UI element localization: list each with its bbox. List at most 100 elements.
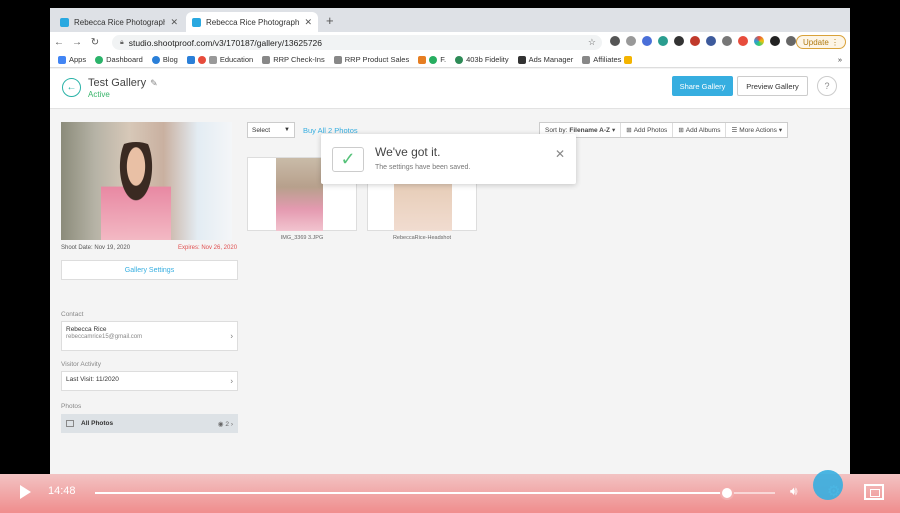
visitor-activity-label: Visitor Activity bbox=[61, 361, 101, 368]
extension-icon[interactable] bbox=[722, 36, 732, 46]
browser-tab-1[interactable]: Rebecca Rice Photography | Sh ✕ bbox=[54, 12, 184, 32]
gallery-settings-button[interactable]: Gallery Settings bbox=[61, 260, 238, 280]
video-time: 14:48 bbox=[48, 485, 76, 497]
bookmark-label: Affiliates bbox=[593, 55, 622, 64]
new-tab-button[interactable]: + bbox=[326, 13, 334, 28]
back-arrow-icon[interactable]: ← bbox=[62, 78, 81, 97]
photo-caption: RebeccaRice-Headshot bbox=[392, 235, 452, 241]
dashboard-icon bbox=[95, 55, 104, 64]
help-button[interactable]: ? bbox=[817, 76, 837, 96]
bookmark-403b-fidelity[interactable]: 403b Fidelity bbox=[455, 55, 509, 64]
bookmarks-bar: Apps Dashboard Blog Education RRP Check-… bbox=[50, 52, 850, 68]
extension-icon[interactable] bbox=[642, 36, 652, 46]
reload-icon[interactable]: ↻ bbox=[86, 37, 104, 48]
contact-label: Contact bbox=[61, 311, 84, 318]
share-gallery-button[interactable]: Share Gallery bbox=[672, 76, 733, 96]
bookmark-label: 403b Fidelity bbox=[466, 55, 509, 64]
scrubber-handle[interactable] bbox=[720, 486, 735, 500]
extension-icon[interactable] bbox=[658, 36, 668, 46]
extension-icon[interactable] bbox=[738, 36, 748, 46]
url-text: studio.shootproof.com/v3/170187/gallery/… bbox=[128, 37, 323, 48]
status-badge: Active bbox=[88, 90, 110, 99]
bookmark-label: Education bbox=[219, 55, 254, 64]
gallery-cover-photo[interactable] bbox=[61, 122, 232, 240]
gallery-header: ← Test Gallery ✎ Active Share Gallery Pre… bbox=[50, 69, 850, 109]
back-arrow-icon[interactable]: ← bbox=[50, 37, 68, 48]
fidelity-icon bbox=[455, 55, 464, 64]
extension-icon[interactable] bbox=[674, 36, 684, 46]
bookmark-label: F. bbox=[440, 55, 447, 64]
close-icon[interactable]: ✕ bbox=[304, 17, 312, 28]
video-scrubber[interactable] bbox=[95, 486, 775, 500]
close-icon[interactable]: ✕ bbox=[170, 17, 178, 28]
toast-message: The settings have been saved. bbox=[375, 164, 471, 171]
volume-icon[interactable]: 🔊︎ bbox=[790, 484, 798, 499]
eye-icon: ◉ bbox=[217, 420, 224, 428]
bookmark-rrp-product-sales[interactable]: RRP Product Sales bbox=[333, 55, 410, 64]
gallery-title: Test Gallery bbox=[88, 77, 147, 89]
video-frame: Rebecca Rice Photography | Sh ✕ Rebecca … bbox=[0, 0, 900, 513]
preview-gallery-button[interactable]: Preview Gallery bbox=[737, 76, 808, 96]
select-dropdown[interactable]: Select ▼ bbox=[247, 122, 295, 138]
extension-icon bbox=[418, 55, 427, 64]
photos-label: Photos bbox=[61, 403, 82, 410]
chevron-down-icon: ▼ bbox=[284, 127, 290, 133]
bookmark-star-icon[interactable]: ☆ bbox=[588, 37, 596, 48]
video-controls: 14:48 🔊︎ ⚙ bbox=[0, 474, 900, 513]
forward-arrow-icon[interactable]: → bbox=[68, 37, 86, 48]
update-button[interactable]: Update ⋮ bbox=[796, 35, 847, 49]
checkmark-icon: ✓ bbox=[332, 147, 364, 172]
chevron-right-icon: › bbox=[230, 376, 233, 386]
dropbox-icon bbox=[186, 55, 195, 64]
page-title: Test Gallery ✎ bbox=[88, 77, 158, 89]
success-toast: ✓ We've got it. The settings have been s… bbox=[321, 134, 576, 184]
shoot-date: Shoot Date: Nov 19, 2020 bbox=[61, 245, 131, 251]
play-icon[interactable] bbox=[20, 485, 31, 499]
extension-icon[interactable] bbox=[706, 36, 716, 46]
more-actions-button[interactable]: ☰ More Actions ▾ bbox=[725, 123, 787, 137]
extension-icon[interactable] bbox=[610, 36, 620, 46]
bookmark-f[interactable]: F. bbox=[418, 55, 446, 64]
pencil-icon[interactable]: ✎ bbox=[150, 78, 158, 88]
bookmark-blog[interactable]: Blog bbox=[151, 55, 178, 64]
bookmark-affiliates[interactable]: Affiliates bbox=[582, 55, 633, 64]
folder-icon bbox=[208, 55, 217, 64]
bookmark-label: RRP Product Sales bbox=[344, 55, 410, 64]
browser-tab-2[interactable]: Rebecca Rice Photography | Sh ✕ bbox=[186, 12, 318, 32]
bookmark-dashboard[interactable]: Dashboard bbox=[95, 55, 143, 64]
extension-icon[interactable] bbox=[626, 36, 636, 46]
bookmarks-more-button[interactable]: » bbox=[838, 55, 842, 64]
lock-icon: 🔒︎ bbox=[120, 38, 124, 46]
browser-tab-title: Rebecca Rice Photography | Sh bbox=[206, 17, 300, 27]
bookmark-education[interactable]: Education bbox=[186, 55, 254, 64]
gallery-toolbar: Sort by: Filename A-Z ▾ ⊞ Add Photos ⊞ Add A… bbox=[539, 122, 789, 138]
add-photos-button[interactable]: ⊞ Add Photos bbox=[620, 123, 672, 137]
visitor-activity-card[interactable]: Last Visit: 11/2020 › bbox=[61, 371, 238, 391]
bookmark-ads-manager[interactable]: Ads Manager bbox=[517, 55, 574, 64]
apps-grid-icon bbox=[58, 55, 66, 64]
extension-icon[interactable] bbox=[690, 36, 700, 46]
cover-photo-subject bbox=[101, 142, 171, 240]
chat-bubble-icon[interactable] bbox=[813, 470, 843, 500]
bookmark-rrp-check-ins[interactable]: RRP Check-Ins bbox=[262, 55, 325, 64]
image-icon bbox=[66, 420, 74, 427]
extension-icon[interactable] bbox=[754, 36, 764, 46]
add-albums-button[interactable]: ⊞ Add Albums bbox=[672, 123, 725, 137]
chevron-down-icon: ▾ bbox=[778, 127, 783, 134]
extension-icon[interactable] bbox=[770, 36, 780, 46]
scrubber-progress bbox=[95, 492, 728, 494]
bookmark-apps[interactable]: Apps bbox=[58, 55, 86, 64]
folder-icon bbox=[262, 55, 271, 64]
screen-recording: Rebecca Rice Photography | Sh ✕ Rebecca … bbox=[50, 8, 850, 474]
sidebar-item-all-photos[interactable]: All Photos ◉ 2 › bbox=[61, 414, 238, 433]
fullscreen-icon[interactable] bbox=[864, 484, 884, 500]
last-visit: Last Visit: 11/2020 bbox=[66, 376, 119, 383]
chevron-right-icon: › bbox=[230, 331, 233, 341]
blog-icon bbox=[151, 55, 160, 64]
contact-card[interactable]: Rebecca Rice rebeccamrice15@gmail.com › bbox=[61, 321, 238, 351]
puzzle-icon[interactable] bbox=[786, 36, 796, 46]
chevron-down-icon: ▾ bbox=[611, 127, 616, 134]
close-icon[interactable]: ✕ bbox=[555, 147, 565, 161]
bookmark-label: Ads Manager bbox=[528, 55, 574, 64]
url-input[interactable]: 🔒︎ studio.shootproof.com/v3/170187/galle… bbox=[112, 35, 602, 50]
